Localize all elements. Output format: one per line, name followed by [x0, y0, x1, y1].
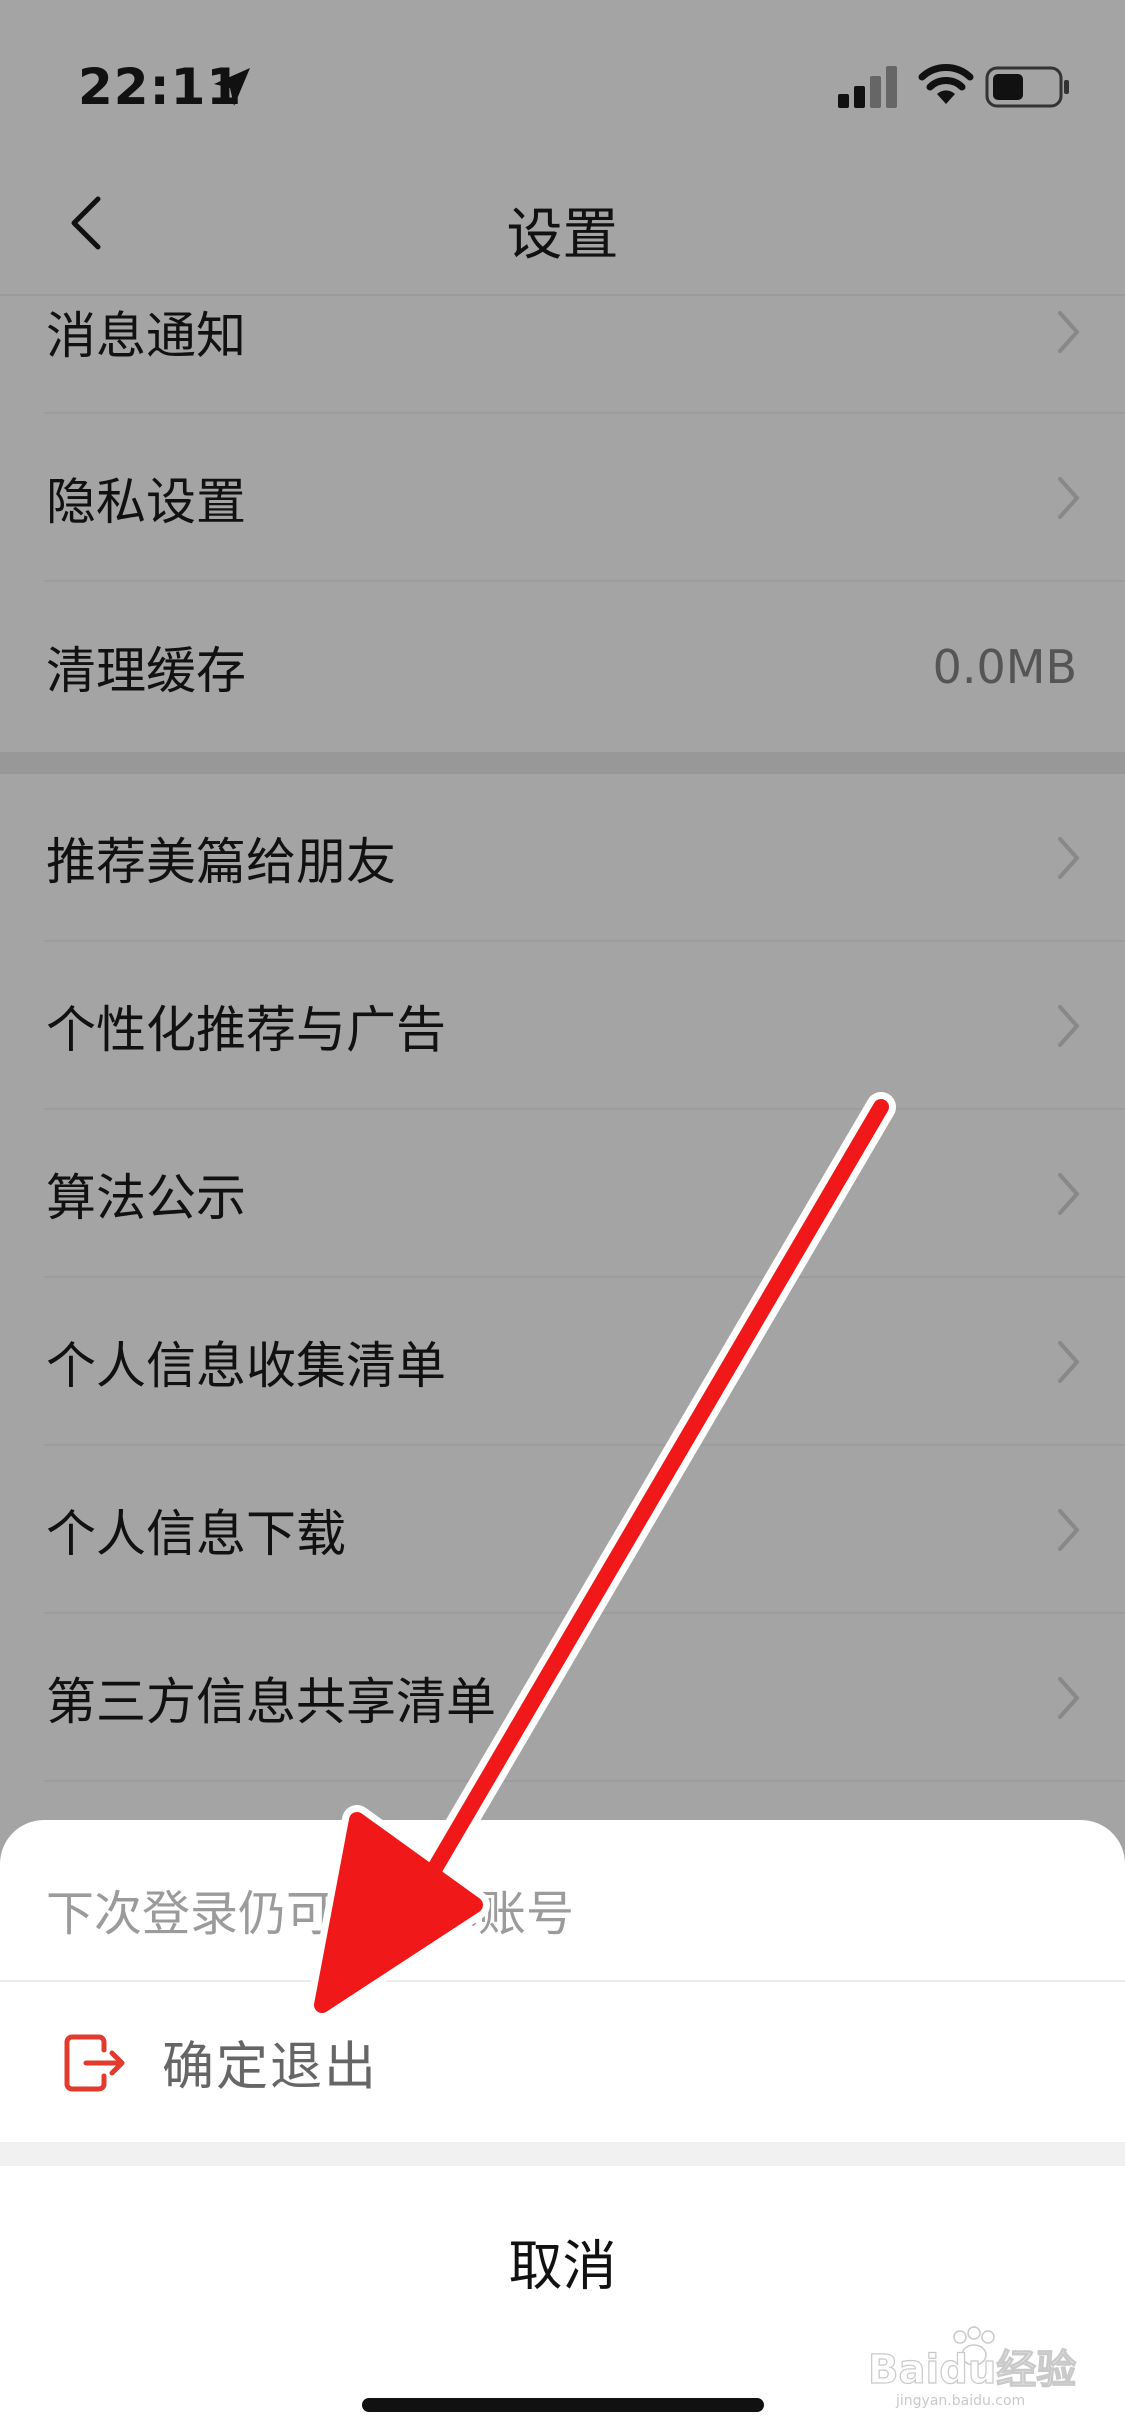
chevron-right-icon	[1058, 311, 1080, 353]
settings-item-label: 消息通知	[46, 307, 246, 365]
cache-size-value: 0.0MB	[932, 640, 1077, 694]
settings-item-third-party-sharing[interactable]: 第三方信息共享清单	[0, 1614, 1125, 1782]
wifi-icon	[918, 64, 974, 104]
svg-text:Baidu经验: Baidu经验	[868, 2347, 1076, 2393]
settings-item-label: 算法公示	[46, 1169, 246, 1227]
chevron-right-icon	[1058, 1677, 1080, 1719]
home-indicator	[362, 2398, 764, 2412]
chevron-right-icon	[1058, 1509, 1080, 1551]
settings-item-privacy[interactable]: 隐私设置	[0, 414, 1125, 582]
settings-item-algorithm-disclosure[interactable]: 算法公示	[0, 1110, 1125, 1278]
settings-item-label: 个性化推荐与广告	[46, 1001, 446, 1059]
settings-item-label: 推荐美篇给朋友	[46, 833, 396, 891]
chevron-right-icon	[1058, 477, 1080, 519]
sheet-hint-text: 下次登录仍可使用本账号	[46, 1886, 575, 1942]
chevron-right-icon	[1058, 837, 1080, 879]
chevron-right-icon	[1058, 1173, 1080, 1215]
section-gap	[0, 752, 1125, 774]
svg-text:jingyan.baidu.com: jingyan.baidu.com	[895, 2393, 1025, 2409]
settings-item-label: 第三方信息共享清单	[46, 1673, 496, 1731]
settings-item-label: 个人信息收集清单	[46, 1337, 446, 1395]
settings-item-clear-cache[interactable]: 清理缓存 0.0MB	[0, 582, 1125, 752]
settings-item-personalized-ads[interactable]: 个性化推荐与广告	[0, 942, 1125, 1110]
settings-item-info-download[interactable]: 个人信息下载	[0, 1446, 1125, 1614]
settings-item-label: 个人信息下载	[46, 1505, 346, 1563]
settings-item-recommend-to-friends[interactable]: 推荐美篇给朋友	[0, 774, 1125, 942]
settings-item-info-collection-list[interactable]: 个人信息收集清单	[0, 1278, 1125, 1446]
cancel-label: 取消	[508, 2234, 617, 2298]
chevron-right-icon	[1058, 1005, 1080, 1047]
baidu-jingyan-watermark: Baidu经验 jingyan.baidu.com	[867, 2326, 1077, 2409]
settings-item-label: 清理缓存	[46, 642, 246, 700]
row-divider	[44, 1780, 1125, 1782]
logout-icon	[64, 2034, 125, 2092]
chevron-right-icon	[1058, 1341, 1080, 1383]
sheet-gap	[0, 2142, 1125, 2166]
settings-item-notifications[interactable]: 消息通知	[0, 250, 1125, 414]
confirm-logout-button[interactable]: 确定退出	[0, 1982, 1125, 2142]
location-arrow-icon	[214, 68, 250, 106]
settings-item-label: 隐私设置	[46, 473, 246, 531]
battery-icon	[985, 66, 1069, 108]
confirm-logout-label: 确定退出	[162, 2037, 379, 2098]
cellular-signal-icon	[838, 66, 897, 108]
